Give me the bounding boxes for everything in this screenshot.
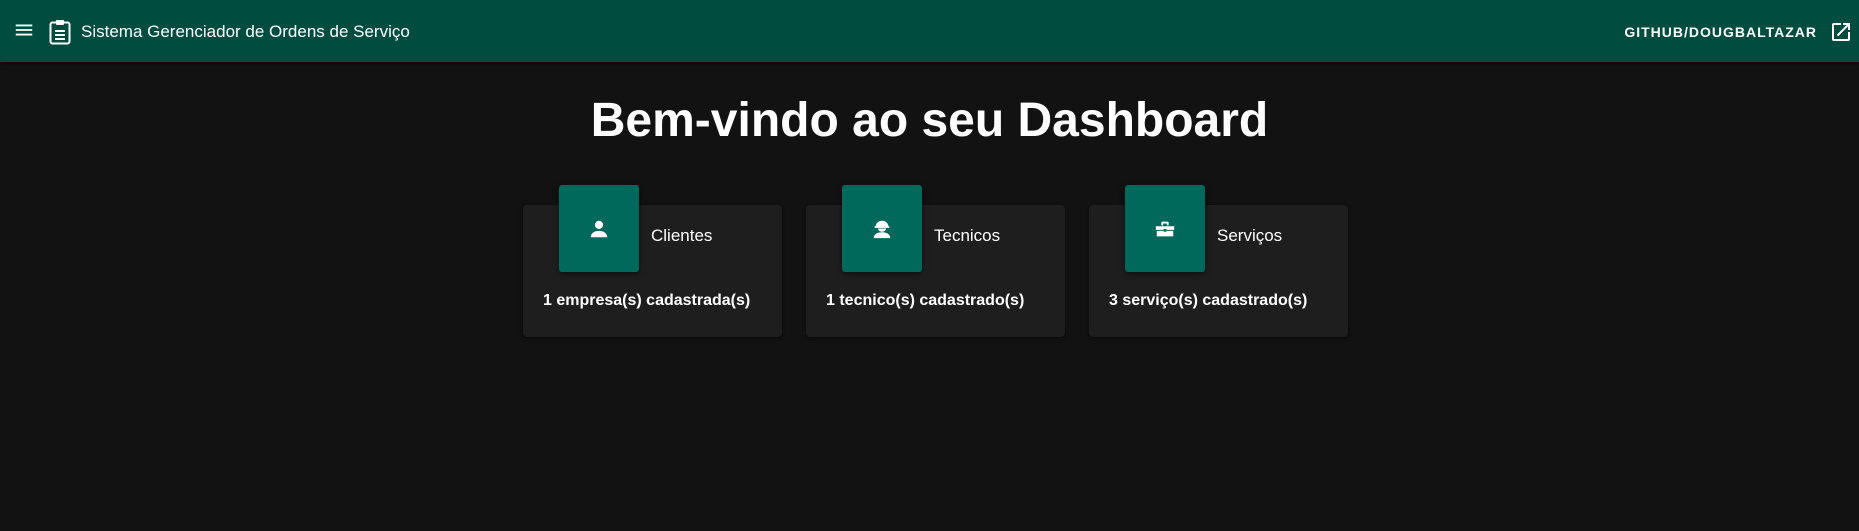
menu-button[interactable] (10, 16, 38, 44)
card-count: 3 serviço(s) cadastrado(s) (1109, 292, 1308, 309)
card-label: Tecnicos (934, 226, 1001, 245)
menu-icon (15, 24, 33, 36)
engineer-icon (873, 220, 891, 238)
clipboard-icon (49, 20, 71, 45)
github-link-label: GITHUB/DOUGBALTAZAR (1624, 24, 1817, 40)
card-count: 1 tecnico(s) cadastrado(s) (826, 292, 1025, 309)
page-title: Bem-vindo ao seu Dashboard (590, 94, 1269, 147)
app-title: Sistema Gerenciador de Ordens de Serviço (81, 22, 410, 41)
card-icon-box (842, 185, 922, 272)
github-link[interactable]: GITHUB/DOUGBALTAZAR (1624, 18, 1853, 46)
card-icon-box (1125, 185, 1205, 272)
toolbox-icon (1155, 221, 1175, 236)
card-icon-box (559, 185, 639, 272)
card-label: Clientes (651, 226, 713, 245)
card-count: 1 empresa(s) cadastrada(s) (543, 292, 751, 309)
card-tecnicos[interactable]: Tecnicos 1 tecnico(s) cadastrado(s) (806, 185, 1065, 337)
app-toolbar: Sistema Gerenciador de Ordens de Serviço… (0, 0, 1859, 62)
card-servicos[interactable]: Serviços 3 serviço(s) cadastrado(s) (1089, 185, 1348, 337)
card-clientes[interactable]: Clientes 1 empresa(s) cadastrada(s) (523, 185, 782, 337)
person-icon (590, 220, 608, 237)
card-label: Serviços (1217, 226, 1283, 245)
open-in-new-icon (1832, 23, 1850, 41)
